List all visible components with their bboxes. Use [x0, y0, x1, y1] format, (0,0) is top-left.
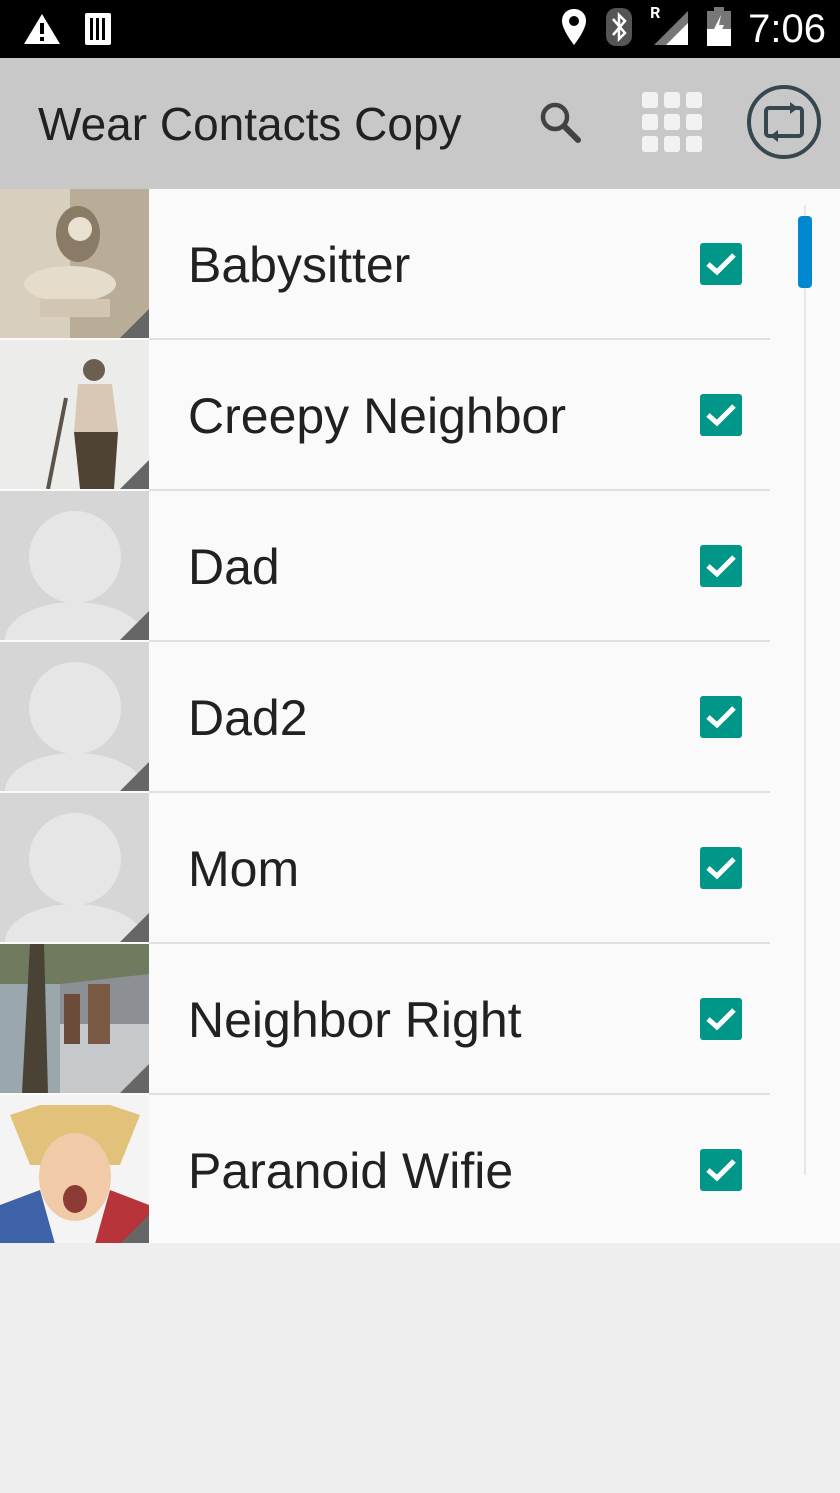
signal-roaming-icon: R — [650, 3, 690, 51]
list-item[interactable]: Babysitter — [0, 189, 770, 340]
bluetooth-icon — [604, 6, 634, 52]
contact-name: Paranoid Wifie — [188, 1143, 514, 1199]
grid-icon — [641, 91, 703, 157]
sim-card-icon — [84, 12, 112, 50]
list-item[interactable]: Creepy Neighbor — [0, 340, 770, 491]
location-icon — [560, 7, 588, 51]
contact-checkbox[interactable] — [700, 847, 742, 889]
contact-list[interactable]: Babysitter Creepy Neighbor Dad Dad2 Mom … — [0, 189, 840, 1246]
contact-name: Dad2 — [188, 690, 308, 746]
contact-checkbox[interactable] — [700, 1149, 742, 1191]
sync-icon — [746, 84, 822, 164]
search-icon — [538, 100, 582, 148]
list-item[interactable]: Dad2 — [0, 642, 770, 793]
app-title: Wear Contacts Copy — [38, 98, 462, 150]
empty-area — [0, 1243, 840, 1493]
roaming-indicator: R — [650, 3, 661, 22]
contact-name: Mom — [188, 841, 300, 897]
contact-photo — [0, 1095, 149, 1244]
contact-checkbox[interactable] — [700, 696, 742, 738]
contact-checkbox[interactable] — [700, 243, 742, 285]
status-bar: R 7:06 — [0, 0, 840, 58]
contact-photo — [0, 189, 149, 338]
contact-photo — [0, 491, 149, 640]
app-bar: Wear Contacts Copy — [0, 58, 840, 189]
contact-checkbox[interactable] — [700, 998, 742, 1040]
contact-checkbox[interactable] — [700, 394, 742, 436]
contact-name: Dad — [188, 539, 280, 595]
battery-charging-icon — [706, 7, 732, 51]
warning-icon — [22, 12, 62, 50]
list-item[interactable]: Paranoid Wifie — [0, 1095, 770, 1246]
list-item[interactable]: Mom — [0, 793, 770, 944]
search-button[interactable] — [522, 86, 598, 162]
grid-view-button[interactable] — [634, 86, 710, 162]
contact-photo — [0, 944, 149, 1093]
contact-photo — [0, 340, 149, 489]
contact-name: Neighbor Right — [188, 992, 522, 1048]
contact-photo — [0, 793, 149, 942]
contact-name: Creepy Neighbor — [188, 388, 566, 444]
scrollbar-track[interactable] — [804, 205, 806, 1175]
list-item[interactable]: Neighbor Right — [0, 944, 770, 1095]
sync-button[interactable] — [746, 84, 822, 164]
status-time: 7:06 — [748, 7, 826, 51]
contact-name: Babysitter — [188, 237, 411, 293]
contact-photo — [0, 642, 149, 791]
scrollbar-thumb[interactable] — [798, 216, 812, 288]
list-item[interactable]: Dad — [0, 491, 770, 642]
contact-checkbox[interactable] — [700, 545, 742, 587]
